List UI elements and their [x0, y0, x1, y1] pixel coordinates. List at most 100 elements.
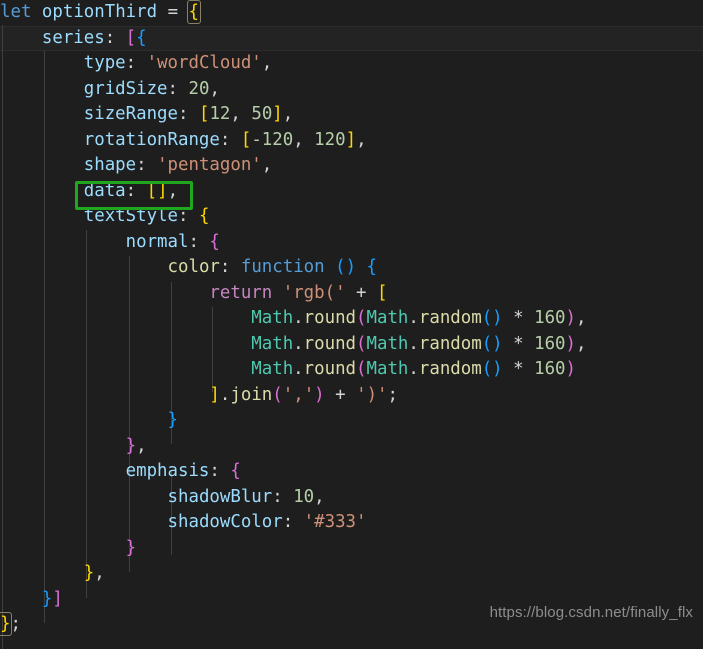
code-line[interactable]: rotationRange: [-120, 120], — [0, 128, 703, 154]
code-line[interactable]: }, — [0, 434, 703, 460]
code-token: data — [83, 180, 126, 201]
code-token: } — [167, 410, 179, 430]
code-token: Math — [366, 333, 409, 354]
code-token: : — [178, 206, 199, 226]
code-token: ] — [209, 384, 220, 405]
code-token: 'rgb(' — [282, 282, 346, 303]
code-content[interactable]: let optionThird = { series: [{ type: 'wo… — [0, 0, 703, 638]
code-token: { — [186, 0, 202, 24]
code-line[interactable]: type: 'wordCloud', — [0, 51, 703, 77]
code-token: } — [0, 612, 13, 636]
code-line[interactable]: series: [{ — [0, 26, 703, 52]
code-token: * — [513, 359, 524, 379]
code-token: 50 — [251, 104, 273, 124]
code-line[interactable]: return 'rgb(' + [ — [0, 281, 703, 307]
code-line[interactable]: shadowColor: '#333' — [0, 510, 703, 536]
code-token: 160 — [534, 308, 566, 328]
code-token: Math — [251, 333, 294, 354]
code-token: : — [136, 155, 158, 175]
code-line[interactable]: let optionThird = { — [0, 0, 703, 26]
code-token: : — [125, 180, 147, 201]
code-line[interactable]: textStyle: { — [0, 204, 703, 230]
code-token: color — [167, 257, 220, 277]
code-line[interactable]: emphasis: { — [0, 459, 703, 485]
code-token: 10 — [293, 486, 315, 507]
code-token: : — [282, 512, 304, 532]
code-token: . — [293, 333, 304, 354]
code-token: Math — [251, 308, 294, 328]
code-token: { — [230, 461, 241, 481]
code-token: , — [282, 104, 294, 124]
code-token: [ — [240, 129, 252, 150]
code-token: sizeRange — [83, 104, 178, 124]
code-token: , — [261, 53, 273, 73]
code-token: , — [261, 155, 273, 175]
code-line[interactable]: shadowBlur: 10, — [0, 485, 703, 511]
code-token: -120 — [251, 129, 294, 150]
code-token: shape — [83, 155, 137, 175]
code-token: : — [104, 27, 126, 48]
code-token: + — [356, 282, 367, 303]
code-line[interactable]: color: function () { — [0, 255, 703, 281]
code-line[interactable]: } — [0, 408, 703, 434]
code-line[interactable]: Math.round(Math.random() * 160), — [0, 306, 703, 332]
code-token: ')' — [356, 384, 388, 405]
code-line[interactable]: gridSize: 20, — [0, 77, 703, 103]
code-token: * — [513, 308, 524, 328]
code-token: Math — [251, 359, 294, 379]
code-token: , — [314, 486, 325, 507]
code-line[interactable]: } — [0, 536, 703, 562]
code-token: ) — [565, 359, 577, 379]
code-line[interactable]: Math.round(Math.random() * 160), — [0, 332, 703, 358]
code-token: return — [209, 282, 273, 303]
code-token: { — [209, 231, 220, 252]
code-token: ] — [272, 104, 283, 124]
code-line[interactable]: Math.round(Math.random() * 160) — [0, 357, 703, 383]
code-line[interactable]: shape: 'pentagon', — [0, 153, 703, 179]
code-token: { — [136, 27, 147, 48]
code-line[interactable]: normal: { — [0, 230, 703, 256]
code-token: } — [41, 588, 53, 609]
code-token: let — [0, 2, 32, 22]
code-line[interactable]: sizeRange: [12, 50], — [0, 102, 703, 128]
code-token: } — [125, 537, 137, 558]
code-token: , — [356, 129, 367, 150]
code-token: , — [209, 78, 220, 99]
code-token: () — [481, 359, 503, 379]
code-token: : — [272, 486, 294, 507]
code-line[interactable]: data: [], — [0, 179, 703, 205]
code-token: ; — [387, 384, 399, 405]
code-token: 120 — [314, 129, 346, 150]
code-token: gridSize — [83, 78, 168, 99]
code-token: type — [83, 53, 126, 73]
code-token: : — [219, 129, 241, 150]
code-token: random — [418, 333, 482, 354]
code-token: = — [167, 2, 179, 22]
code-token: ( — [356, 333, 367, 354]
code-line[interactable]: ].join(',') + ')'; — [0, 383, 703, 409]
code-editor[interactable]: let optionThird = { series: [{ type: 'wo… — [0, 0, 703, 649]
code-token: 20 — [188, 78, 210, 99]
code-line[interactable]: }, — [0, 561, 703, 587]
code-token: : — [188, 231, 210, 252]
code-token: 160 — [534, 359, 566, 379]
